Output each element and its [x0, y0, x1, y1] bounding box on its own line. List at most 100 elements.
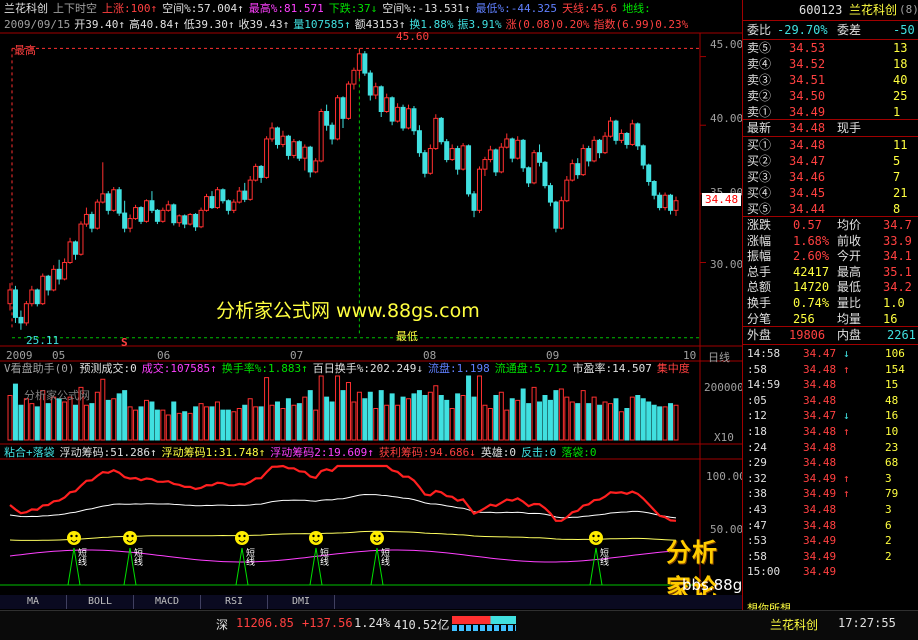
ask-4-row: 卖④ 34.52 18	[743, 56, 918, 72]
candle-body	[274, 127, 280, 145]
volume-bar	[18, 404, 24, 441]
tick-direction: ↑	[843, 425, 850, 438]
header-field-3: 空间%:57.004↑	[162, 2, 244, 15]
volume-bar	[94, 391, 100, 441]
tick-time: :05	[747, 393, 767, 407]
volume-bar	[280, 408, 286, 441]
volume-bar	[291, 404, 297, 441]
tick-time: :47	[747, 518, 767, 532]
tick-price: 34.48	[803, 440, 837, 454]
tab-ma[interactable]: MA	[0, 595, 67, 609]
stock-badge: (8)	[899, 3, 918, 16]
candle-body	[291, 141, 297, 156]
volume-bar	[204, 406, 210, 441]
volume-bar	[56, 398, 62, 441]
volume-bar	[127, 406, 133, 441]
candle-body	[247, 179, 253, 200]
tick-price: 34.49	[803, 549, 837, 563]
candle-body	[351, 69, 357, 85]
candle-body	[302, 146, 308, 159]
ohlc-field-5: 量107585↑	[293, 18, 351, 31]
candle-body	[198, 209, 204, 228]
x-label-08: 08	[423, 349, 437, 362]
neipan-label: 内盘	[837, 328, 862, 342]
bid-3-label: 买③	[747, 170, 772, 184]
candle-body	[209, 196, 215, 209]
forum-logo-url: bbs.88gs.com	[682, 576, 742, 594]
candle-body	[466, 145, 472, 195]
tick-row: :38 34.49 ↑ 79	[743, 486, 918, 501]
volume-bar	[274, 401, 280, 441]
weibi-value: -29.70%	[777, 23, 828, 37]
ohlc-field-1: 开39.40↑	[74, 18, 125, 31]
candle-body	[498, 146, 504, 173]
indicator-field-1: 浮动筹码:51.286↑	[59, 446, 157, 459]
candle-body	[395, 106, 401, 122]
neipan-value: 2261	[887, 328, 916, 342]
tick-time: :12	[747, 409, 767, 423]
smiley-icon	[123, 531, 137, 545]
header-field-5: 下跌:37↓	[328, 2, 378, 15]
tab-rsi[interactable]: RSI	[201, 595, 268, 609]
stat-value: 35.1	[883, 264, 912, 279]
volume-bar	[564, 396, 570, 441]
tick-volume: 48	[885, 393, 899, 407]
volume-bar	[198, 403, 204, 441]
ask-5-price: 34.53	[789, 41, 826, 55]
candle-body	[264, 138, 270, 178]
ohlc-field-2: 高40.84↑	[128, 18, 180, 31]
smiley-eye	[238, 534, 241, 538]
stat-label: 分笔	[747, 311, 772, 326]
volume-bar	[586, 403, 592, 441]
smiley-eye	[126, 534, 129, 538]
candle-body	[318, 111, 324, 162]
volume-bar	[646, 401, 652, 441]
period-label[interactable]: 日线	[708, 349, 730, 365]
volume-bar	[307, 390, 313, 441]
ask-1-volume: 1	[893, 105, 901, 119]
volume-bar	[187, 412, 193, 441]
candle-body	[427, 148, 433, 174]
candle-body	[542, 161, 548, 187]
candle-body	[18, 316, 24, 324]
smiley-eye	[131, 534, 134, 538]
bid-2-volume: 5	[893, 154, 901, 168]
volume-bar	[182, 411, 188, 441]
tick-row: :32 34.49 ↑ 3	[743, 471, 918, 486]
tab-dmi[interactable]: DMI	[268, 595, 335, 609]
tick-time: 15:00	[747, 565, 781, 579]
candle-body	[220, 189, 226, 202]
tick-price: 34.49	[803, 487, 837, 501]
tab-macd[interactable]: MACD	[134, 595, 201, 609]
volume-bar	[29, 403, 35, 441]
tick-row: :29 34.48 68	[743, 455, 918, 470]
candle-body	[558, 200, 564, 229]
volume-bar	[547, 399, 553, 441]
tick-volume: 2	[885, 549, 892, 563]
tick-price: 34.48	[803, 425, 837, 438]
ask-4-price: 34.52	[789, 57, 826, 71]
tab-boll[interactable]: BOLL	[67, 595, 134, 609]
ask-3-price: 34.51	[789, 73, 826, 87]
volume-bar	[498, 391, 504, 441]
candle-body	[526, 167, 532, 184]
volume-bar	[373, 408, 379, 441]
candle-body	[253, 165, 259, 181]
ask-1-price: 34.49	[789, 105, 826, 119]
stat-row: 分笔 256 均量 16	[743, 311, 918, 327]
ask-3-label: 卖③	[747, 73, 772, 87]
stat-value: 34.7	[883, 218, 912, 232]
candle-body	[340, 97, 346, 119]
stat-label: 总额	[747, 280, 772, 295]
volume-header: V看盘助手(0) 预测成交:0 成交:107585↑ 换手率%:1.883↑ 百日换手%…	[4, 362, 695, 376]
index-change: +137.56	[302, 616, 353, 630]
candle-body	[116, 189, 122, 214]
stat-label: 最低	[837, 280, 862, 295]
tick-direction: ↑	[843, 471, 850, 485]
smiley-eye	[378, 534, 381, 538]
candle-body	[613, 120, 619, 141]
volume-bar	[384, 404, 390, 441]
volume-bar	[553, 390, 559, 441]
candle-body	[45, 275, 51, 291]
signal-stem	[370, 547, 378, 586]
